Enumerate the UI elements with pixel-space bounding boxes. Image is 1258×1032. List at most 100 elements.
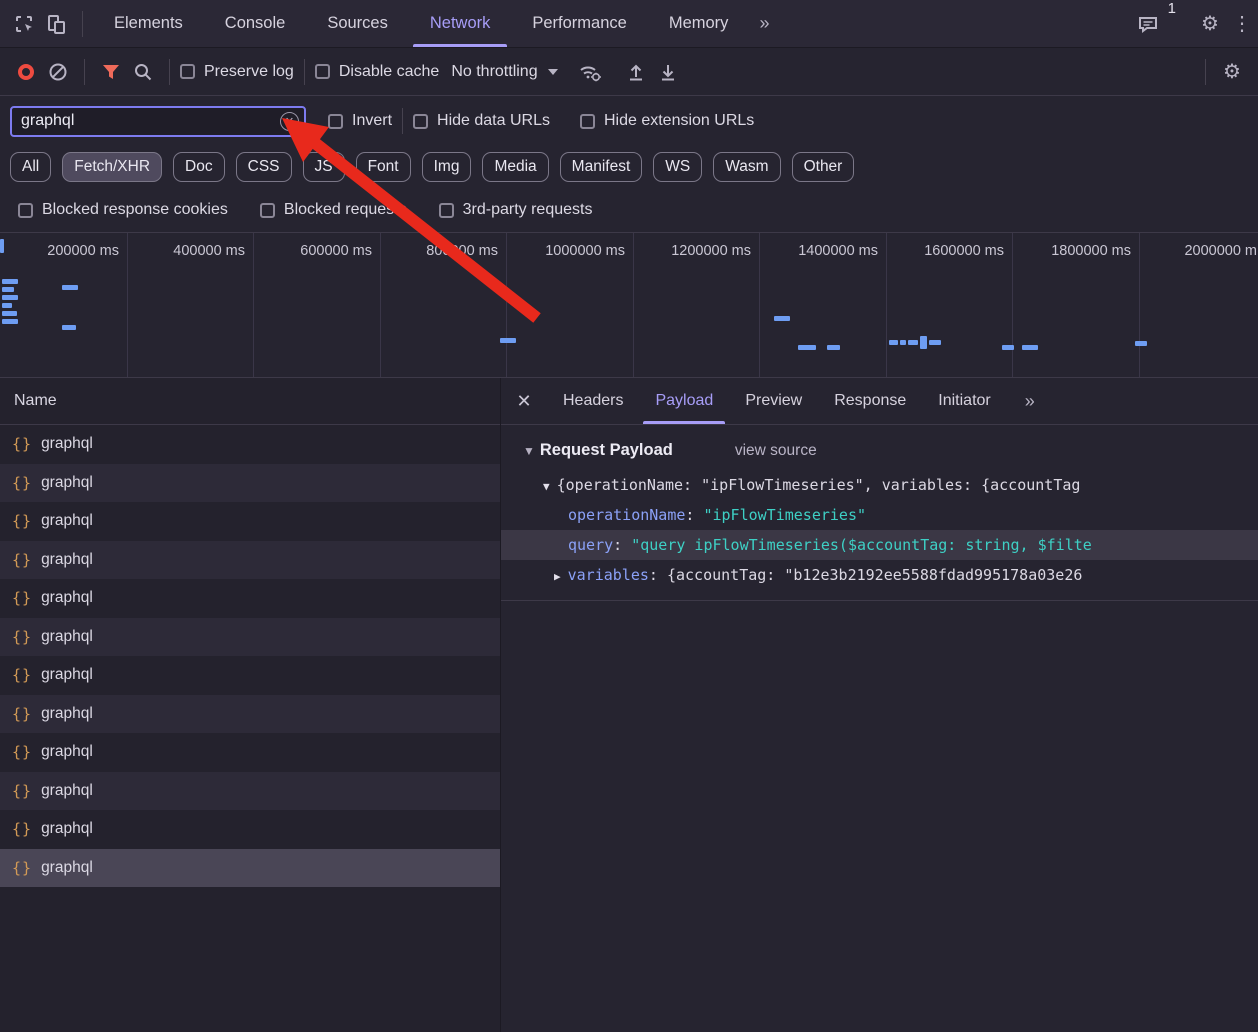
filter-input[interactable] <box>10 106 306 137</box>
timeline-request-bar <box>929 340 941 345</box>
request-row[interactable]: {}graphql <box>0 618 500 657</box>
payload-separator: : <box>685 506 703 524</box>
request-table-panel: Name {}graphql{}graphql{}graphql{}graphq… <box>0 378 501 1032</box>
timeline-request-bar <box>774 316 790 321</box>
timeline-overview[interactable]: 200000 ms400000 ms600000 ms800000 ms1000… <box>0 232 1258 378</box>
record-network-log-icon[interactable] <box>10 56 42 88</box>
request-name: graphql <box>41 820 93 838</box>
tab-payload[interactable]: Payload <box>639 378 729 424</box>
clear-network-log-icon[interactable] <box>42 56 74 88</box>
request-row[interactable]: {}graphql <box>0 425 500 464</box>
expand-arrow-icon[interactable]: ▶ <box>554 570 561 583</box>
disable-cache-label: Disable cache <box>339 63 440 81</box>
section-collapse-icon[interactable]: ▼ <box>523 444 535 458</box>
filter-pill-all[interactable]: All <box>10 152 51 182</box>
filter-funnel-icon[interactable] <box>95 56 127 88</box>
search-icon[interactable] <box>127 56 159 88</box>
hide-data-urls-checkbox[interactable]: Hide data URLs <box>413 112 550 130</box>
more-detail-tabs-icon[interactable]: » <box>1015 391 1043 412</box>
tab-initiator[interactable]: Initiator <box>922 378 1006 424</box>
toolbar-divider <box>84 59 85 85</box>
export-har-icon[interactable] <box>652 56 684 88</box>
disable-cache-checkbox[interactable]: Disable cache <box>315 63 440 81</box>
request-name: graphql <box>41 705 93 723</box>
network-settings-gear-icon[interactable]: ⚙ <box>1216 56 1248 88</box>
timeline-time-label: 400000 ms <box>123 243 245 259</box>
filter-pill-other[interactable]: Other <box>792 152 855 182</box>
blocked-requests-checkbox[interactable]: Blocked requests <box>260 201 407 219</box>
request-details-panel: ✕ Headers Payload Preview Response Initi… <box>501 378 1258 1032</box>
settings-gear-icon[interactable]: ⚙ <box>1194 8 1226 40</box>
filter-pill-manifest[interactable]: Manifest <box>560 152 643 182</box>
console-drawer-icon[interactable] <box>1132 8 1164 40</box>
blocked-response-cookies-checkbox[interactable]: Blocked response cookies <box>18 201 228 219</box>
throttling-value: No throttling <box>451 63 537 81</box>
payload-root-row[interactable]: ▼{operationName: "ipFlowTimeseries", var… <box>501 470 1258 500</box>
filter-pill-doc[interactable]: Doc <box>173 152 225 182</box>
request-row[interactable]: {}graphql <box>0 695 500 734</box>
payload-row-variables[interactable]: ▶variables: {accountTag: "b12e3b2192ee55… <box>501 560 1258 590</box>
timeline-request-bar <box>889 340 898 345</box>
hide-data-urls-label: Hide data URLs <box>437 112 550 130</box>
tab-preview[interactable]: Preview <box>729 378 818 424</box>
timeline-request-bar <box>2 311 17 316</box>
checkbox-box <box>439 203 454 218</box>
inspect-element-icon[interactable] <box>8 8 40 40</box>
filter-pill-media[interactable]: Media <box>482 152 548 182</box>
timeline-request-bar <box>2 319 18 324</box>
preserve-log-checkbox[interactable]: Preserve log <box>180 63 294 81</box>
kebab-menu-icon[interactable]: ⋮ <box>1226 8 1258 40</box>
request-row[interactable]: {}graphql <box>0 810 500 849</box>
close-details-icon[interactable]: ✕ <box>501 378 547 424</box>
tab-sources[interactable]: Sources <box>306 0 409 47</box>
filter-pill-js[interactable]: JS <box>303 152 345 182</box>
request-row[interactable]: {}graphql <box>0 849 500 888</box>
collapse-arrow-icon[interactable]: ▼ <box>543 480 550 493</box>
request-row[interactable]: {}graphql <box>0 656 500 695</box>
request-list: {}graphql{}graphql{}graphql{}graphql{}gr… <box>0 425 500 1032</box>
filter-pill-font[interactable]: Font <box>356 152 411 182</box>
clear-filter-icon[interactable]: ✕ <box>280 112 299 131</box>
tab-memory[interactable]: Memory <box>648 0 750 47</box>
throttling-select[interactable]: No throttling <box>439 63 573 81</box>
tab-elements[interactable]: Elements <box>93 0 204 47</box>
console-message-count: 1 <box>1168 0 1176 47</box>
request-row[interactable]: {}graphql <box>0 579 500 618</box>
request-row[interactable]: {}graphql <box>0 541 500 580</box>
import-har-icon[interactable] <box>620 56 652 88</box>
network-filter-row: ✕ Invert Hide data URLs Hide extension U… <box>0 96 1258 146</box>
payload-row-query[interactable]: query: "query ipFlowTimeseries($accountT… <box>501 530 1258 560</box>
payload-row-operation-name[interactable]: operationName: "ipFlowTimeseries" <box>501 500 1258 530</box>
section-title: Request Payload <box>540 441 673 460</box>
preserve-log-label: Preserve log <box>204 63 294 81</box>
invert-checkbox[interactable]: Invert <box>328 112 392 130</box>
more-tabs-icon[interactable]: » <box>749 13 777 34</box>
devtools-tabbar: Elements Console Sources Network Perform… <box>0 0 1258 48</box>
tab-headers[interactable]: Headers <box>547 378 639 424</box>
request-row[interactable]: {}graphql <box>0 772 500 811</box>
filter-pill-wasm[interactable]: Wasm <box>713 152 780 182</box>
request-row[interactable]: {}graphql <box>0 464 500 503</box>
request-row[interactable]: {}graphql <box>0 733 500 772</box>
request-name: graphql <box>41 435 93 453</box>
filter-pill-ws[interactable]: WS <box>653 152 702 182</box>
network-conditions-icon[interactable] <box>574 56 606 88</box>
request-name: graphql <box>41 666 93 684</box>
timeline-request-bar <box>62 285 78 290</box>
tab-response[interactable]: Response <box>818 378 922 424</box>
tab-network[interactable]: Network <box>409 0 512 47</box>
name-column-header[interactable]: Name <box>0 378 500 425</box>
filter-pill-css[interactable]: CSS <box>236 152 292 182</box>
filter-pill-fetch-xhr[interactable]: Fetch/XHR <box>62 152 162 182</box>
view-source-link[interactable]: view source <box>735 442 817 460</box>
request-row[interactable]: {}graphql <box>0 502 500 541</box>
tab-performance[interactable]: Performance <box>511 0 647 47</box>
dtab-label: Response <box>834 392 906 410</box>
hide-extension-urls-checkbox[interactable]: Hide extension URLs <box>580 112 754 130</box>
tab-console[interactable]: Console <box>204 0 307 47</box>
third-party-requests-checkbox[interactable]: 3rd-party requests <box>439 201 593 219</box>
toolbar-divider <box>169 59 170 85</box>
request-name: graphql <box>41 589 93 607</box>
filter-pill-img[interactable]: Img <box>422 152 472 182</box>
device-toolbar-icon[interactable] <box>40 8 72 40</box>
